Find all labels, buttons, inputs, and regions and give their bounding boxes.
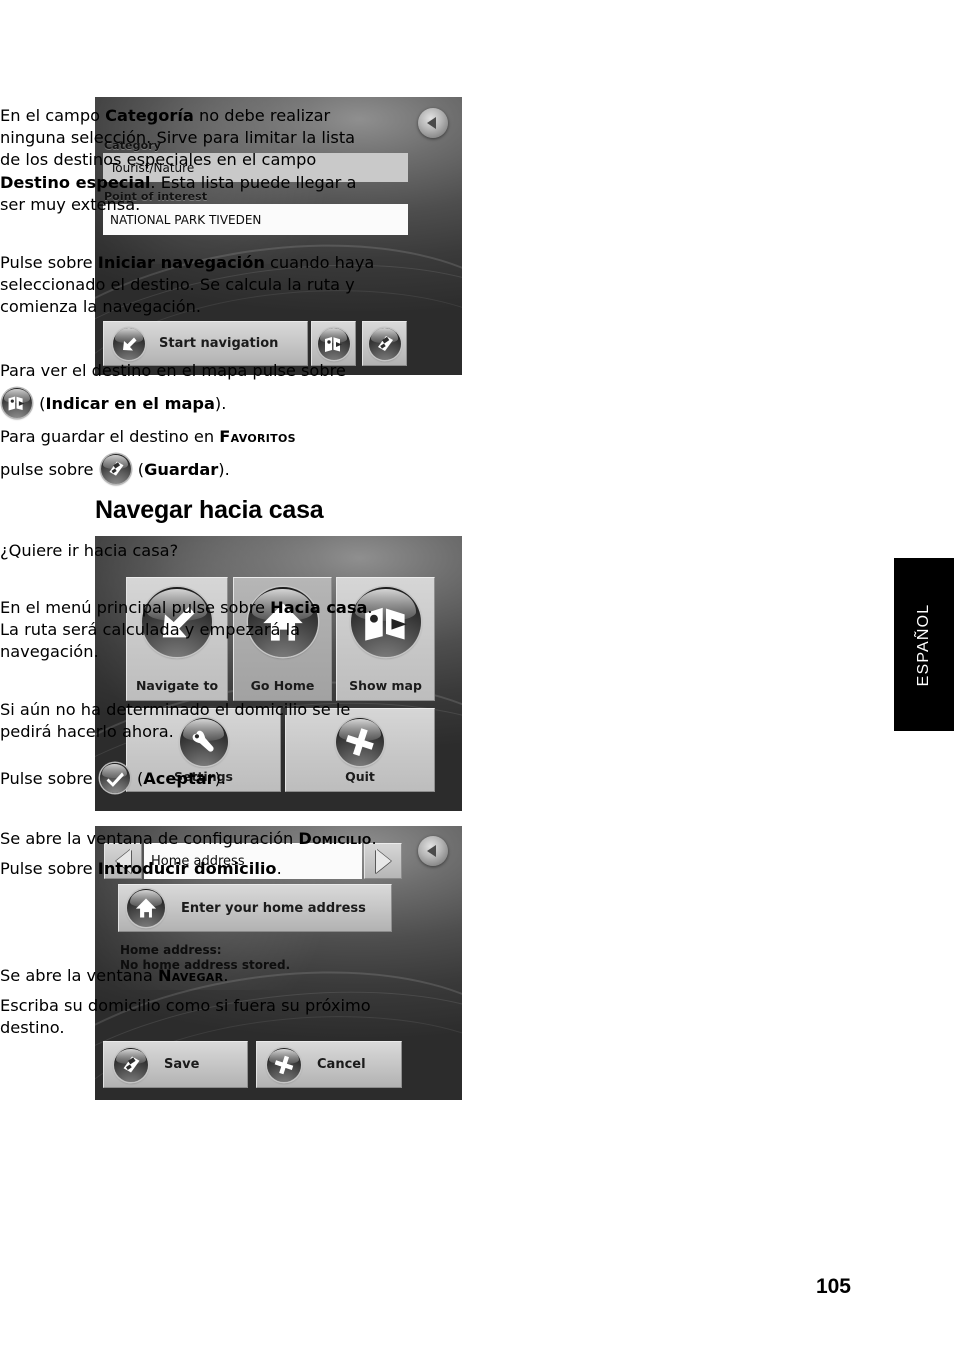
- text-run: ).: [218, 460, 230, 479]
- checkmark-icon: [99, 763, 130, 793]
- text-run: .: [223, 966, 229, 985]
- text-block-navigate-window: Se abre la ventana Navegar. Escriba su d…: [0, 965, 380, 1040]
- paragraph-enter-home: Pulse sobre Introducir domicilio.: [0, 858, 380, 880]
- text-block-main-menu: En el menú principal pulse sobre Hacia c…: [0, 597, 380, 664]
- save-icon: [114, 1047, 148, 1082]
- back-arrow-icon[interactable]: [418, 836, 448, 866]
- save-icon: [100, 454, 131, 484]
- text-run: En el menú principal pulse sobre: [0, 598, 271, 617]
- text-emphasis: Hacia casa: [270, 598, 368, 617]
- text-run: Se abre la ventana: [0, 966, 158, 985]
- paragraph-save: pulse sobre (Guardar).: [0, 453, 380, 486]
- map-icon: [2, 388, 32, 418]
- page-section-heading: Navegar hacia casa: [95, 496, 324, 524]
- language-tab-label: ESPAÑOL: [915, 603, 932, 686]
- enter-home-address-button[interactable]: Enter your home address: [118, 884, 392, 932]
- text-block-show-on-map: Para ver el destino en el mapa pulse sob…: [0, 354, 380, 486]
- save-label: Save: [164, 1057, 200, 1072]
- text-emphasis: Categoría: [105, 106, 194, 125]
- text-run: Pulse sobre: [0, 769, 98, 788]
- menu-tile-label: Navigate to: [135, 678, 219, 693]
- paragraph-no-home: Si aún no ha determinado el domicilio se…: [0, 700, 351, 742]
- save-button[interactable]: Save: [103, 1041, 248, 1088]
- text-emphasis: Indicar en el mapa: [45, 394, 215, 413]
- paragraph-accept: Pulse sobre (Aceptar).: [0, 763, 380, 794]
- paragraph-favorites: Para guardar el destino en Favoritos: [0, 420, 380, 453]
- paragraph-start-navigation: Pulse sobre Iniciar navegación cuando ha…: [0, 252, 380, 319]
- text-emphasis-smallcaps: Favoritos: [219, 427, 296, 446]
- text-emphasis: Iniciar navegación: [97, 253, 265, 272]
- text-run: ).: [214, 394, 227, 413]
- language-tab: ESPAÑOL: [894, 558, 954, 731]
- text-emphasis-smallcaps: Navegar: [157, 966, 224, 985]
- cancel-button[interactable]: Cancel: [256, 1041, 402, 1088]
- text-run: pulse sobre: [0, 460, 99, 479]
- text-block-no-home-address: Si aún no ha determinado el domicilio se…: [0, 699, 380, 743]
- text-run: En el campo: [0, 106, 106, 125]
- text-run: (: [131, 769, 144, 788]
- menu-tile-label: Go Home: [250, 678, 315, 693]
- start-navigation-label: Start navigation: [159, 336, 279, 351]
- enter-home-address-label: Enter your home address: [181, 900, 366, 916]
- paragraph-enter-destination: Escriba su domicilio como si fuera su pr…: [0, 996, 371, 1038]
- close-x-icon: [267, 1047, 301, 1082]
- text-emphasis: Destino especial: [0, 172, 151, 192]
- text-run: Pulse sobre: [0, 859, 98, 879]
- paragraph-navigate-window: Se abre la ventana Navegar.: [0, 965, 380, 987]
- manual-page: Category Tourist/Nature Point of interes…: [0, 0, 954, 1355]
- text-block-category: En el campo Categoría no debe realizar n…: [0, 105, 380, 216]
- text-run: (: [34, 394, 46, 413]
- text-emphasis: Guardar: [144, 460, 219, 479]
- paragraph-category: En el campo Categoría no debe realizar n…: [0, 105, 380, 216]
- house-icon: [127, 889, 165, 927]
- paragraph-question: ¿Quiere ir hacia casa?: [0, 541, 179, 560]
- text-run: Pulse sobre: [0, 253, 98, 272]
- text-run: ).: [214, 769, 227, 788]
- text-run: .: [276, 859, 282, 879]
- text-run: (: [132, 460, 145, 479]
- cancel-label: Cancel: [317, 1057, 366, 1072]
- text-run: Para guardar el destino en: [0, 427, 220, 446]
- text-emphasis-smallcaps: Domicilio: [298, 829, 372, 848]
- paragraph-main-menu: En el menú principal pulse sobre Hacia c…: [0, 597, 380, 664]
- menu-tile-label: Show map: [349, 678, 422, 693]
- text-emphasis: Introducir domicilio: [97, 859, 277, 879]
- text-block-go-home-question: ¿Quiere ir hacia casa?: [0, 540, 380, 562]
- page-number: 105: [815, 1275, 851, 1298]
- paragraph-settings-window: Se abre la ventana de configuración Domi…: [0, 828, 380, 850]
- text-block-start-navigation: Pulse sobre Iniciar navegación cuando ha…: [0, 252, 380, 319]
- text-emphasis: Aceptar: [143, 769, 215, 788]
- text-block-accept: Pulse sobre (Aceptar).: [0, 763, 380, 794]
- text-block-home-settings: Se abre la ventana de configuración Domi…: [0, 828, 380, 880]
- text-run: Se abre la ventana de configuración: [0, 829, 299, 848]
- back-arrow-icon[interactable]: [418, 108, 448, 138]
- text-run: .: [371, 829, 377, 848]
- text-run: Para ver el destino en el mapa pulse sob…: [0, 361, 346, 380]
- paragraph-show-on-map: Para ver el destino en el mapa pulse sob…: [0, 354, 380, 420]
